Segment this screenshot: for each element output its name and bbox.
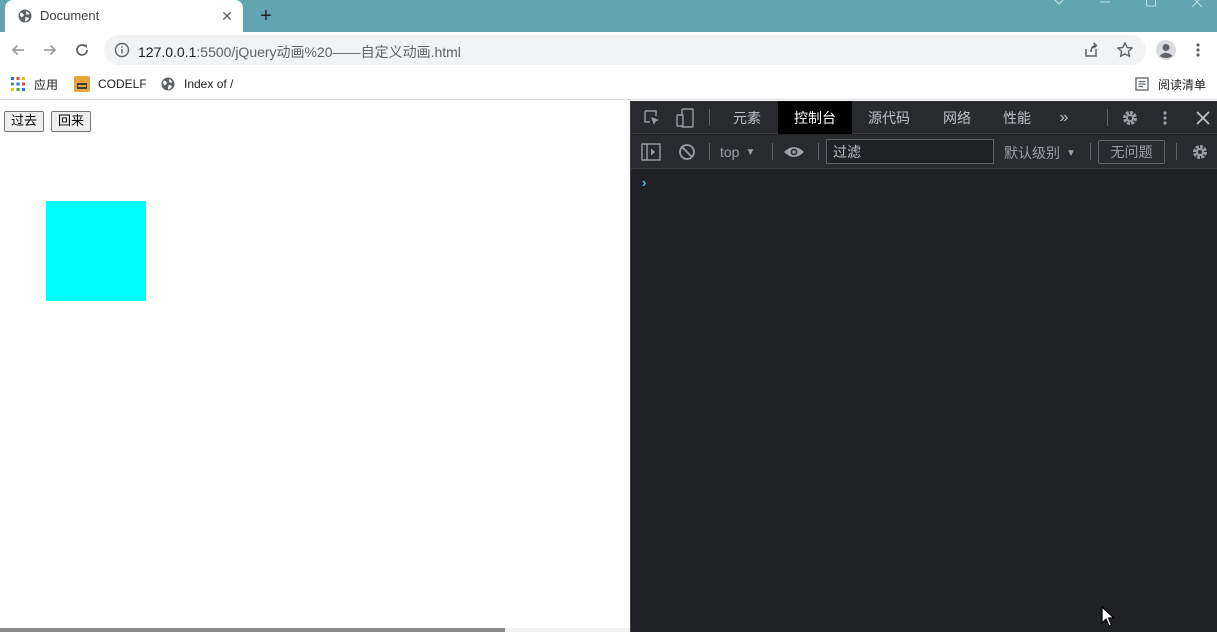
tab-search-icon[interactable] [1036,0,1082,10]
globe-icon [160,76,176,92]
log-level-select[interactable]: 默认级别 ▼ [1004,143,1076,163]
new-tab-button[interactable]: + [254,4,278,28]
go-button[interactable]: 过去 [4,111,45,132]
share-icon[interactable] [1082,41,1100,59]
bookmarks-bar: 应用 CODELF Index of / 阅读清单 [0,68,1217,100]
tab-console[interactable]: 控制台 [778,101,852,134]
separator [772,143,773,160]
bookmark-label: CODELF [98,77,147,91]
more-vert-icon[interactable] [1154,107,1176,129]
address-bar[interactable]: 127.0.0.1:5500/jQuery动画%20——自定义动画.html [104,35,1146,65]
sidebar-toggle-icon[interactable] [640,141,662,163]
url-host: 127.0.0.1 [138,44,197,60]
browser-tab[interactable]: Document ✕ [5,0,243,32]
reload-icon [76,44,88,56]
profile-button[interactable] [1154,38,1178,62]
bookmark-label: Index of / [184,77,234,91]
minimize-icon[interactable] [1082,0,1128,10]
url-text[interactable]: 127.0.0.1:5500/jQuery动画%20——自定义动画.html [138,42,461,62]
separator [709,109,710,126]
mouse-cursor-icon [1101,606,1115,627]
codelf-favicon [74,76,90,92]
globe-icon [18,9,32,23]
devtools-panel: 元素 控制台 源代码 网络 性能 » top ▼ 过滤 默认级别 ▼ 无问题 › [630,101,1217,632]
console-toolbar: top ▼ 默认级别 ▼ 无问题 [631,135,1217,169]
url-path: :5500/jQuery动画%20——自定义动画.html [196,44,461,60]
context-value: top [720,144,740,160]
bookmark-index[interactable]: Index of / [160,74,233,94]
arrow-right-icon [44,44,57,56]
dropdown-arrow-icon: ▼ [1066,147,1076,159]
tab-network[interactable]: 网络 [929,101,985,134]
dropdown-arrow-icon: ▼ [745,146,756,158]
back-button-page[interactable]: 回来 [51,111,92,132]
window-close-icon[interactable] [1174,0,1217,10]
forward-button[interactable] [38,38,62,62]
animated-box [46,201,146,301]
avatar-icon [1156,40,1176,60]
bookmark-star-icon[interactable] [1116,41,1134,59]
more-vert-icon [1196,43,1200,57]
bookmark-codelf[interactable]: CODELF [74,74,147,94]
bookmark-label: 应用 [34,77,59,92]
console-settings-gear-icon[interactable] [1189,141,1211,163]
context-select[interactable]: top ▼ [720,143,755,161]
page-viewport: 过去 回来 [0,101,630,632]
separator [1107,109,1108,126]
browser-toolbar: 127.0.0.1:5500/jQuery动画%20——自定义动画.html [0,32,1217,68]
scrollbar-thumb[interactable] [0,628,505,632]
tab-performance[interactable]: 性能 [991,101,1043,134]
reading-list-label: 阅读清单 [1158,77,1207,92]
reload-button[interactable] [70,38,94,62]
maximize-icon[interactable] [1128,0,1174,10]
log-level-value: 默认级别 [1004,145,1060,161]
arrow-left-icon [11,44,24,56]
clear-console-icon[interactable] [676,141,698,163]
issues-button[interactable]: 无问题 [1098,140,1165,164]
horizontal-scrollbar[interactable] [0,628,630,632]
inspect-element-icon[interactable] [641,107,663,129]
separator [709,143,710,160]
bookmark-apps[interactable]: 应用 [10,74,58,94]
separator [818,143,819,160]
more-tabs-icon[interactable]: » [1053,101,1075,134]
back-button[interactable] [6,38,30,62]
tab-title: Document [40,8,100,23]
reading-list-icon [1134,76,1150,92]
close-icon[interactable]: ✕ [219,8,235,24]
close-devtools-icon[interactable] [1192,107,1214,129]
tab-elements[interactable]: 元素 [721,101,773,134]
menu-button[interactable] [1186,38,1210,62]
devtools-tabbar: 元素 控制台 源代码 网络 性能 » [631,101,1217,134]
console-output[interactable]: › [631,170,1217,632]
apps-grid-icon [10,76,26,92]
gear-icon[interactable] [1119,107,1141,129]
device-toggle-icon[interactable] [674,107,696,129]
reading-list-button[interactable]: 阅读清单 [1134,74,1206,94]
console-prompt-icon[interactable]: › [642,175,646,190]
separator [1176,143,1177,160]
tab-strip: Document ✕ + [0,0,1217,32]
filter-input[interactable] [826,139,994,164]
eye-icon[interactable] [783,141,805,163]
info-icon[interactable] [114,42,130,58]
separator [1090,143,1091,160]
tab-sources[interactable]: 源代码 [857,101,921,134]
